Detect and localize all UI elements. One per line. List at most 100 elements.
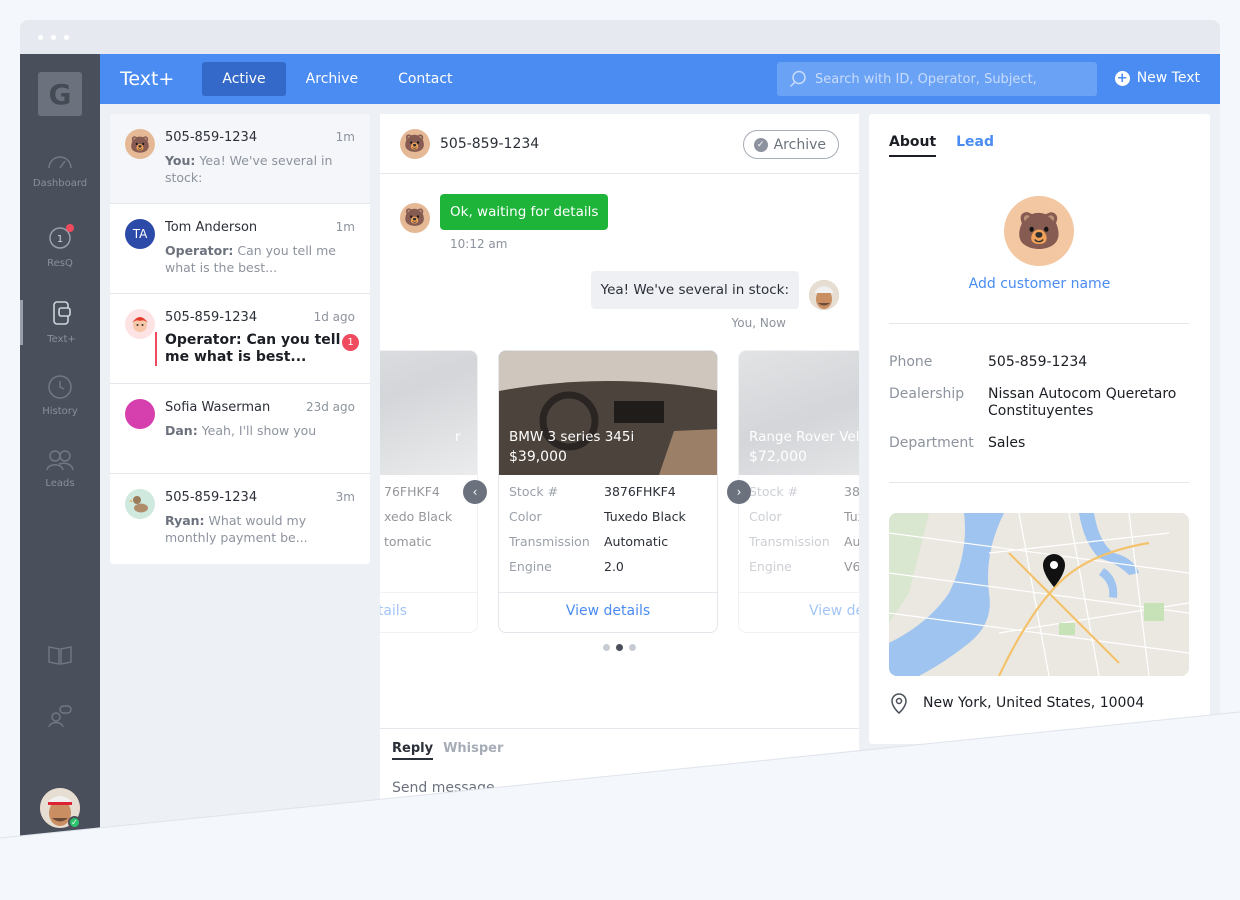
rail-item-dashboard[interactable]: Dashboard	[20, 150, 100, 189]
field-value: Nissan Autocom Queretaro Constituyentes	[988, 386, 1177, 419]
rail-label: ResQ	[47, 258, 73, 269]
search-input[interactable]: Search with ID, Operator, Subject,	[777, 62, 1097, 96]
spec-row: Stock # 387	[739, 479, 859, 504]
search-placeholder: Search with ID, Operator, Subject,	[815, 71, 1037, 87]
conversation-item[interactable]: 505-859-1234 1d ago Operator: Can you te…	[110, 294, 370, 384]
conversation-time: 1d ago	[313, 310, 355, 324]
conversation-item[interactable]: 🐻 505-859-1234 1m You: Yea! We've severa…	[110, 114, 370, 204]
spec-label: Stock #	[509, 484, 559, 499]
app-window: G Dashboard 1 ResQ Text+ History Leads ✓…	[20, 20, 1220, 900]
outgoing-bubble: Yea! We've several in stock:	[590, 271, 799, 309]
search-icon	[789, 70, 806, 88]
tab-lead[interactable]: Lead	[956, 134, 994, 157]
spec-row: Stock # 3876FHKF4	[499, 479, 717, 504]
bear-avatar-icon: 🐻	[400, 203, 430, 233]
preview-sender: Ryan:	[165, 513, 205, 528]
spec-value: 76FHKF4	[384, 484, 440, 499]
vehicle-specs: Stock # 387 Color Tux Transmission Aut Engi…	[739, 475, 859, 593]
spec-value: 387	[844, 484, 859, 499]
bear-avatar-icon: 🐻	[400, 128, 430, 159]
message-input[interactable]: Send message	[392, 780, 847, 796]
vehicle-card[interactable]: Range Rover Vela $72,000 Stock # 387 Colo…	[738, 350, 859, 633]
rail-item-guide[interactable]	[20, 644, 100, 672]
spec-label: Stock #	[749, 484, 799, 499]
incoming-time: 10:12 am	[450, 237, 508, 251]
archive-button[interactable]: ✓ Archive	[742, 130, 839, 159]
carousel-dot[interactable]	[629, 644, 636, 651]
new-text-button[interactable]: + New Text	[1114, 70, 1200, 86]
location-pin-icon	[891, 693, 907, 714]
view-details-link[interactable]: View details	[499, 603, 717, 619]
carousel-next-button[interactable]: ›	[727, 480, 751, 504]
tab-archive[interactable]: Archive	[286, 62, 378, 96]
tab-whisper[interactable]: Whisper	[443, 741, 503, 760]
view-details-link[interactable]: tails	[380, 603, 477, 619]
carousel-prev-button[interactable]: ‹	[463, 480, 487, 504]
archive-label: Archive	[773, 136, 826, 153]
conversation-item[interactable]: 505-859-1234 3m Ryan: What would my mont…	[110, 474, 370, 564]
field-label: Department	[889, 435, 974, 451]
spec-row: Engine V6	[739, 554, 859, 579]
field-dealership: Dealership Nissan Autocom Queretaro Cons…	[889, 386, 1178, 420]
preview-sender: You:	[165, 153, 196, 168]
rail-label: History	[42, 406, 78, 417]
user-chat-icon	[48, 705, 72, 728]
field-label: Phone	[889, 354, 933, 370]
rail-item-support[interactable]	[20, 704, 100, 734]
window-dot	[64, 34, 69, 40]
vehicle-card[interactable]: BMW 3 series 345i $39,000 Stock # 3876FHK…	[498, 350, 718, 633]
rail-item-leads[interactable]: Leads	[20, 448, 100, 489]
phone-chat-icon	[52, 301, 71, 325]
vehicle-title: r	[455, 429, 461, 445]
incoming-bubble: Ok, waiting for details	[440, 194, 609, 230]
view-details-link[interactable]: View de	[739, 603, 859, 619]
vehicle-price: $72,000	[749, 449, 807, 465]
preview-sender: Operator:	[165, 243, 234, 258]
location-map[interactable]	[889, 513, 1189, 676]
rail-resq-count: 1	[57, 234, 63, 245]
rail-label: Dashboard	[32, 178, 88, 189]
clock-icon	[48, 375, 72, 399]
spec-row: Color Tux	[739, 504, 859, 529]
preview-sender: Dan:	[165, 423, 198, 438]
tab-contact[interactable]: Contact	[378, 62, 472, 96]
spec-row: Transmission Automatic	[499, 529, 717, 554]
map-graphic	[889, 513, 1189, 676]
tab-about[interactable]: About	[889, 134, 937, 157]
divider	[889, 482, 1189, 483]
rail-item-history[interactable]: History	[20, 374, 100, 417]
conversation-time: 1m	[335, 220, 355, 234]
duck-avatar-icon	[125, 489, 155, 519]
spec-value: Tuxedo Black	[604, 509, 686, 524]
spec-label: Engine	[749, 559, 792, 574]
notification-dot	[66, 224, 74, 232]
conversation-item[interactable]: Sofia Waserman 23d ago Dan: Yeah, I'll s…	[110, 384, 370, 474]
carousel-dot[interactable]	[603, 644, 610, 651]
left-rail: G Dashboard 1 ResQ Text+ History Leads ✓…	[20, 54, 100, 900]
spec-label: Color	[749, 509, 782, 524]
rail-item-textplus[interactable]: Text+	[20, 300, 100, 345]
online-status-icon: ✓	[68, 816, 81, 829]
rail-item-resq[interactable]: 1 ResQ	[20, 224, 100, 269]
conversation-preview: Operator: Can you tell me what is best..…	[155, 332, 355, 366]
carousel-dots	[380, 644, 859, 651]
rail-label: Leads	[45, 478, 75, 489]
conversation-time: 1m	[335, 130, 355, 144]
bear-avatar-icon: 🐻	[1004, 196, 1074, 266]
spec-value: xedo Black	[384, 509, 453, 524]
location: New York, United States, 10004	[889, 692, 1144, 714]
chat-contact: 505-859-1234	[440, 135, 540, 152]
add-customer-name-link[interactable]: Add customer name	[869, 276, 1210, 292]
user-name: Josh	[46, 838, 74, 853]
tab-reply[interactable]: Reply	[392, 741, 434, 760]
tab-active[interactable]: Active	[202, 62, 286, 96]
conversation-name: Tom Anderson	[165, 220, 258, 235]
chat-panel: 🐻 505-859-1234 ✓ Archive 🐻 Ok, waiting f…	[380, 114, 859, 900]
window-dot	[51, 34, 56, 40]
brand-logo[interactable]: G	[38, 72, 82, 116]
window-titlebar	[20, 20, 1220, 54]
conversation-item[interactable]: TA Tom Anderson 1m Operator: Can you tel…	[110, 204, 370, 294]
gauge-icon	[48, 156, 72, 169]
carousel-dot-active[interactable]	[616, 644, 623, 651]
conversation-preview: Ryan: What would my monthly payment be..…	[165, 512, 355, 546]
